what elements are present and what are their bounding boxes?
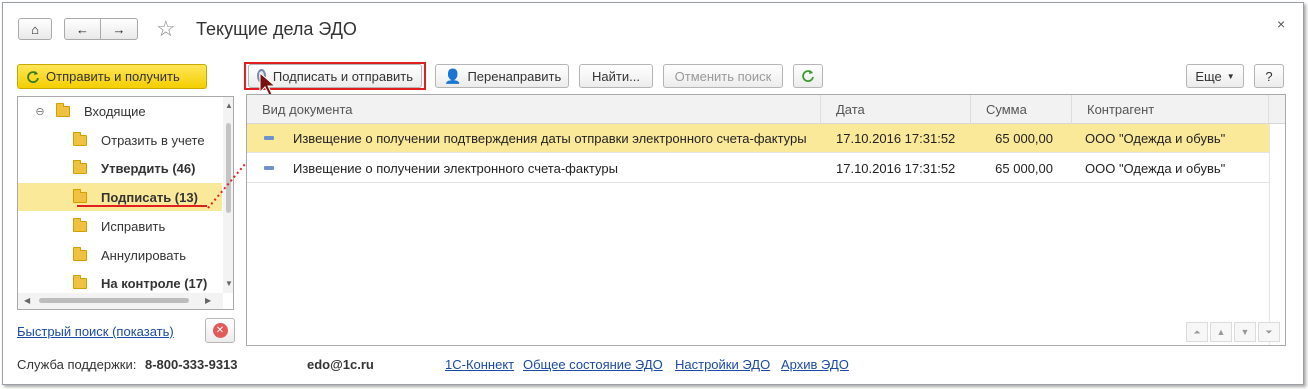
help-button[interactable]: ?	[1254, 64, 1284, 88]
scroll-first-icon[interactable]: ⏶	[1186, 322, 1208, 342]
documents-table[interactable]: Вид документа Дата Сумма Контрагент Изве…	[246, 94, 1286, 346]
cell-doc-type: Извещение о получении подтверждения даты…	[293, 131, 807, 146]
column-header-date[interactable]: Дата	[821, 95, 971, 124]
close-icon[interactable]: ×	[1277, 16, 1285, 32]
annotation-underline	[77, 205, 207, 207]
refresh-icon	[802, 70, 814, 82]
document-icon	[264, 166, 274, 170]
tree-item-annul[interactable]: Аннулировать	[18, 241, 222, 269]
tree-item-inbox[interactable]: ⊖ Входящие	[18, 97, 222, 125]
column-header-counterparty[interactable]: Контрагент	[1072, 95, 1269, 124]
help-label: ?	[1265, 68, 1273, 84]
support-label: Служба поддержки:	[17, 357, 137, 372]
refresh-button[interactable]	[793, 64, 823, 88]
back-button[interactable]: ←	[64, 18, 101, 40]
favorite-star-icon[interactable]: ☆	[156, 16, 176, 42]
support-email: edo@1c.ru	[307, 357, 374, 372]
cancel-search-button[interactable]: Отменить поиск	[663, 64, 783, 88]
cell-counterparty: ООО "Одежда и обувь"	[1085, 131, 1226, 146]
scroll-last-icon[interactable]: ⏷	[1258, 322, 1280, 342]
tree-item-label: Аннулировать	[101, 247, 186, 263]
window-title: Текущие дела ЭДО	[196, 19, 357, 39]
tree-item-label: Утвердить (46)	[101, 160, 196, 176]
table-header: Вид документа Дата Сумма Контрагент	[247, 95, 1285, 124]
column-header-sum[interactable]: Сумма	[971, 95, 1072, 124]
folder-icon	[73, 159, 87, 174]
scroll-page-down-icon[interactable]: ▼	[1234, 322, 1256, 342]
cell-date: 17.10.2016 17:31:52	[836, 161, 956, 176]
tree-item-label: Отразить в учете	[101, 132, 205, 148]
tree-item-label: Входящие	[84, 103, 146, 119]
find-button[interactable]: Найти...	[579, 64, 653, 88]
folder-icon	[73, 274, 87, 289]
link-1c-connect[interactable]: 1С-Коннект	[445, 357, 514, 372]
redirect-button[interactable]: 👤 Перенаправить	[435, 64, 569, 88]
table-vertical-scrollbar[interactable]	[1269, 124, 1285, 345]
quick-search-link[interactable]: Быстрый поиск (показать)	[17, 324, 174, 339]
scroll-thumb[interactable]	[39, 298, 189, 303]
clear-icon: ✕	[212, 323, 228, 338]
clear-search-button[interactable]: ✕	[205, 318, 235, 343]
folder-icon	[73, 246, 87, 261]
tree-item-label: Исправить	[101, 218, 166, 234]
tree-horizontal-scrollbar[interactable]: ◀ ▶	[18, 293, 223, 309]
document-icon	[264, 136, 274, 140]
table-row[interactable]: Извещение о получении подтверждения даты…	[247, 124, 1285, 153]
scroll-up-icon[interactable]: ▲	[225, 101, 233, 110]
link-edo-settings[interactable]: Настройки ЭДО	[675, 357, 770, 372]
folder-icon	[73, 131, 87, 146]
scroll-down-icon[interactable]: ▼	[225, 279, 233, 288]
column-header-doc-type[interactable]: Вид документа	[247, 95, 821, 124]
find-label: Найти...	[592, 68, 640, 84]
send-receive-label: Отправить и получить	[46, 69, 180, 84]
forward-button[interactable]: →	[100, 18, 138, 40]
cell-sum: 65 000,00	[995, 131, 1053, 146]
scroll-right-icon[interactable]: ▶	[205, 296, 211, 305]
more-label: Еще	[1195, 68, 1222, 84]
support-phone: 8-800-333-9313	[145, 357, 238, 372]
scroll-page-up-icon[interactable]: ▲	[1210, 322, 1232, 342]
folder-icon	[56, 102, 70, 117]
cell-date: 17.10.2016 17:31:52	[836, 131, 956, 146]
person-redirect-icon: 👤	[444, 67, 462, 84]
scroll-left-icon[interactable]: ◀	[24, 296, 30, 305]
cancel-search-label: Отменить поиск	[674, 68, 772, 84]
link-edo-status[interactable]: Общее состояние ЭДО	[523, 357, 663, 372]
redirect-label: Перенаправить	[467, 68, 562, 84]
back-arrow-icon: ←	[76, 21, 89, 37]
tree-item-fix[interactable]: Исправить	[18, 212, 222, 240]
folder-icon	[73, 217, 87, 232]
tree-item-approve[interactable]: Утвердить (46)	[18, 154, 222, 182]
tree-item-reflect[interactable]: Отразить в учете	[18, 126, 222, 154]
collapse-icon[interactable]: ⊖	[30, 105, 50, 118]
cell-doc-type: Извещение о получении электронного счета…	[293, 161, 618, 176]
home-button[interactable]: ⌂	[18, 18, 52, 40]
more-menu-button[interactable]: Еще ▼	[1186, 64, 1244, 88]
tree-item-label: Подписать (13)	[101, 189, 198, 205]
folder-icon	[73, 188, 87, 203]
tree-item-label: На контроле (17)	[101, 275, 208, 291]
table-row[interactable]: Извещение о получении электронного счета…	[247, 154, 1285, 183]
link-edo-archive[interactable]: Архив ЭДО	[781, 357, 849, 372]
send-receive-button[interactable]: Отправить и получить	[17, 64, 207, 89]
forward-arrow-icon: →	[112, 21, 126, 37]
cell-sum: 65 000,00	[995, 161, 1053, 176]
home-icon: ⌂	[31, 21, 39, 37]
refresh-icon	[27, 70, 39, 83]
cell-counterparty: ООО "Одежда и обувь"	[1085, 161, 1226, 176]
dropdown-arrow-icon: ▼	[1226, 71, 1235, 81]
